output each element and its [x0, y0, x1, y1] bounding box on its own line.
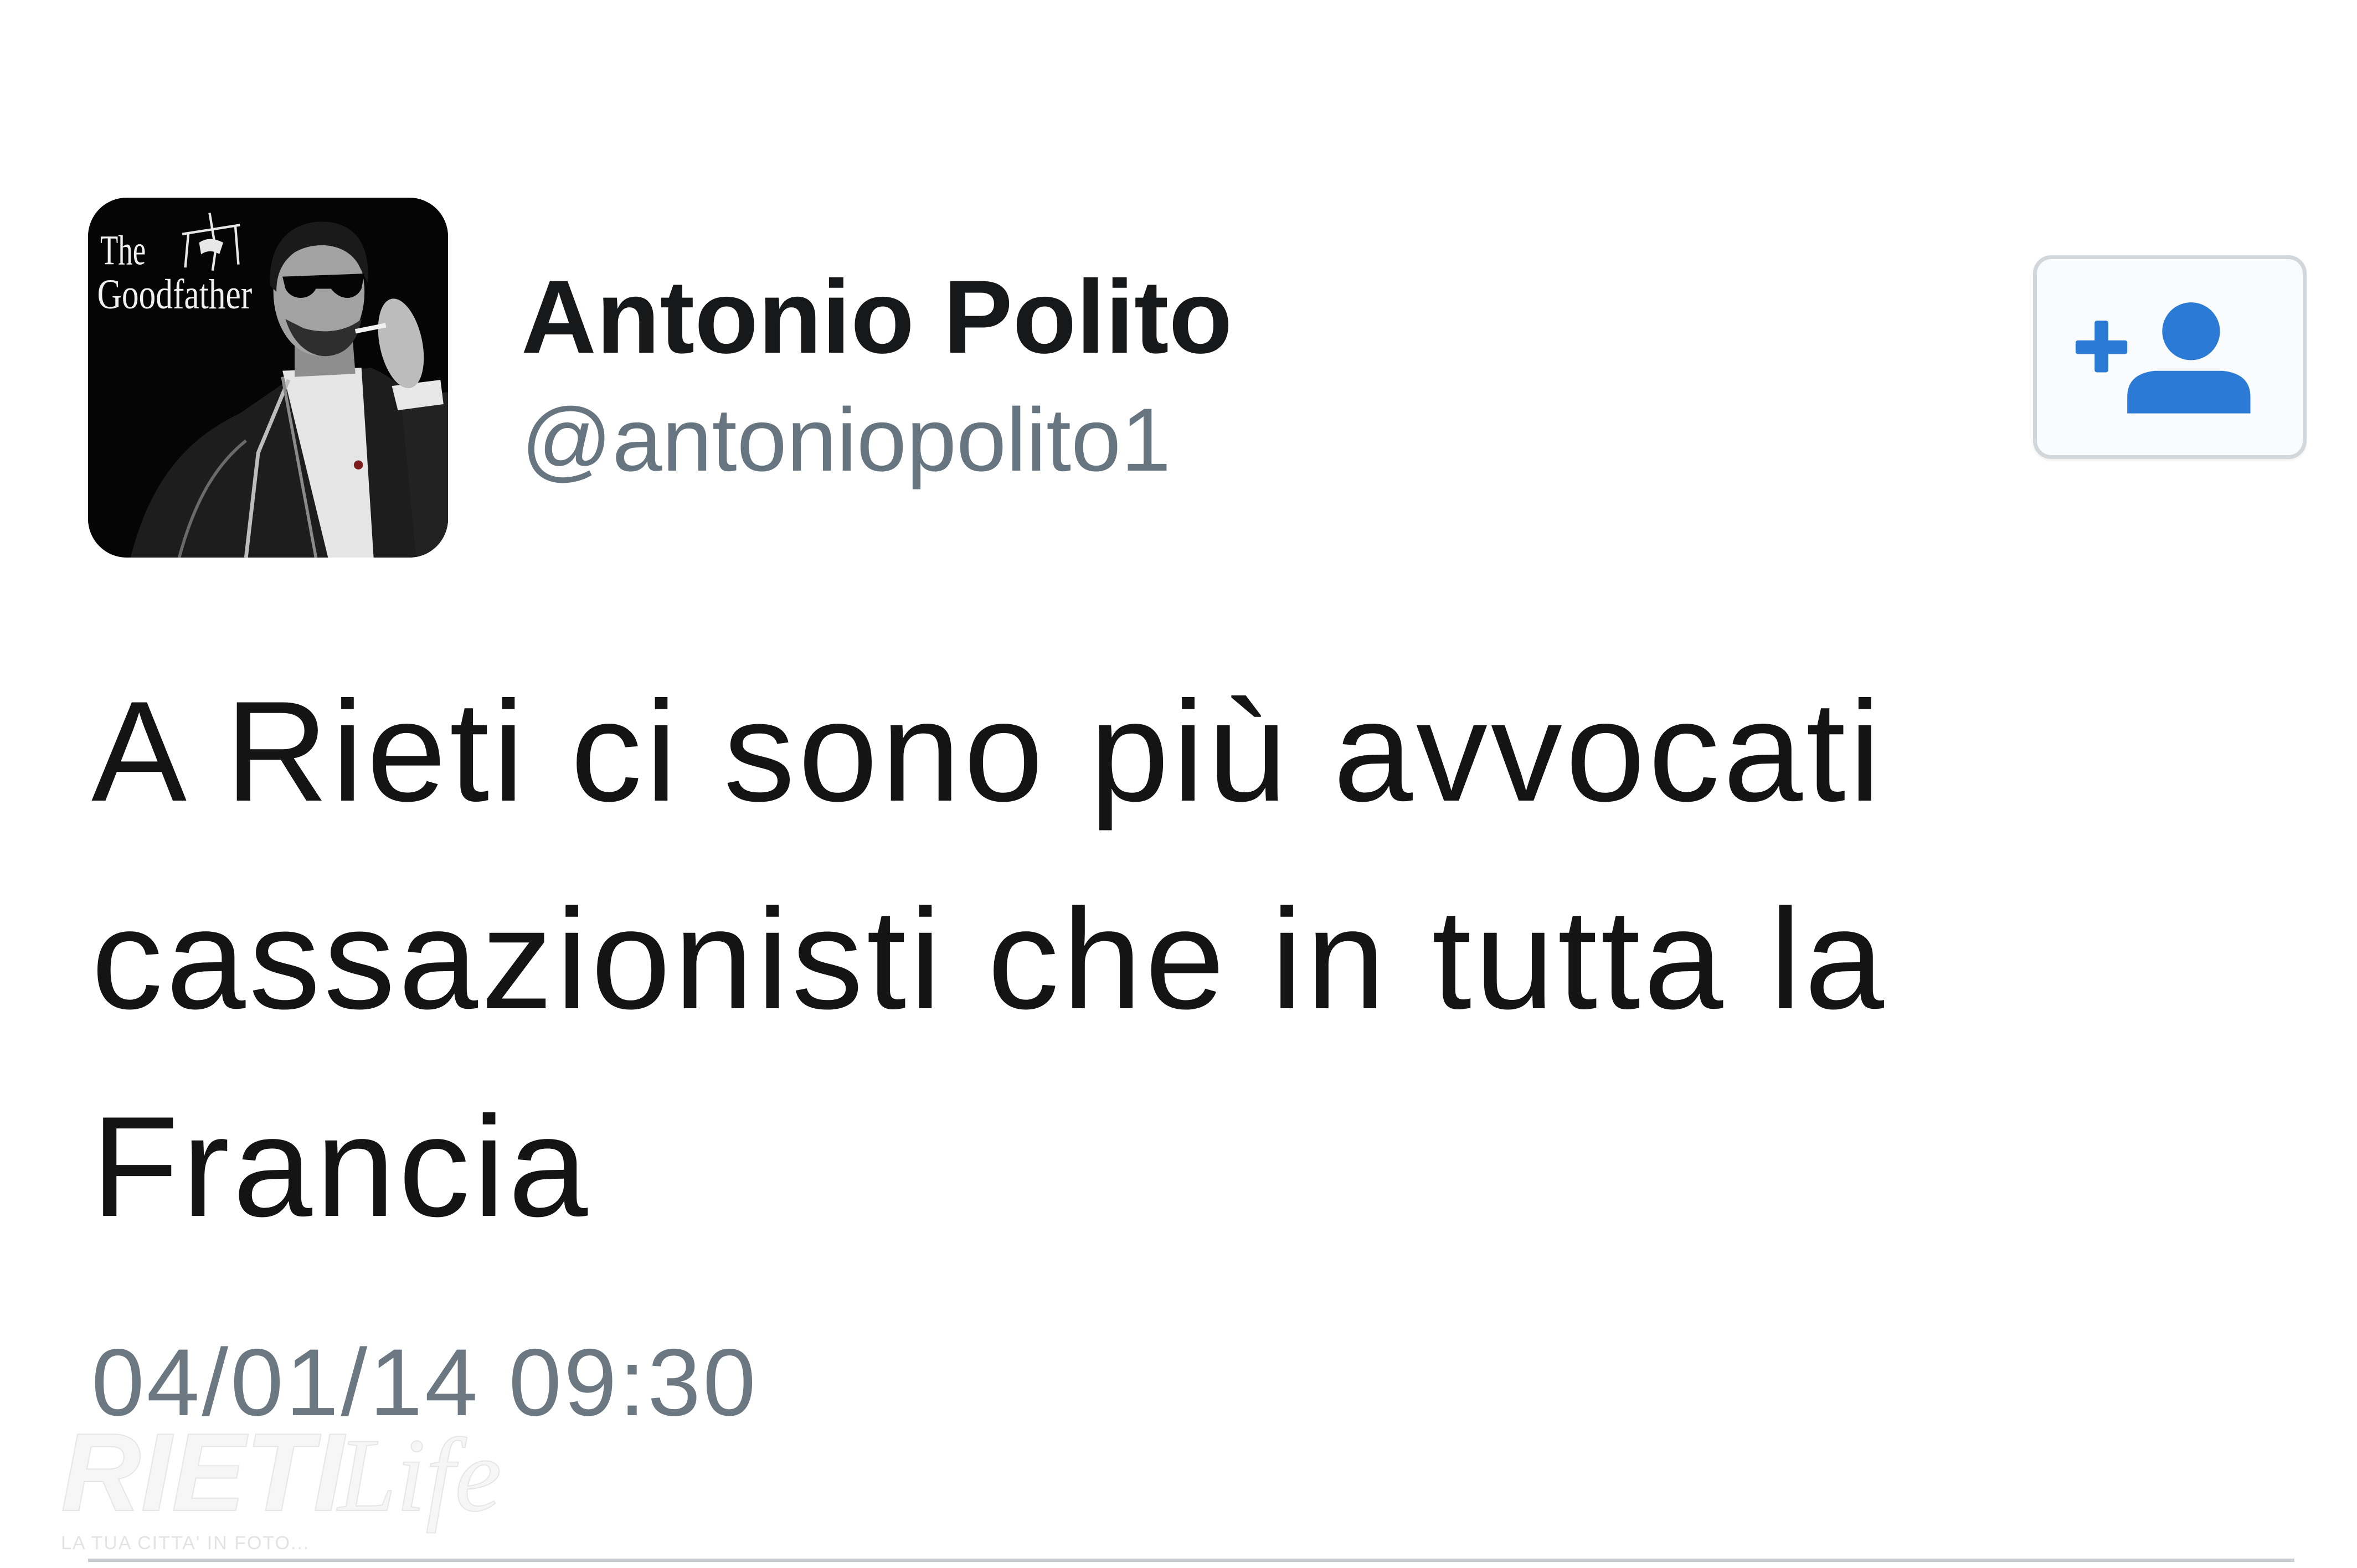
follow-user-icon — [2075, 296, 2251, 414]
goodfather-avatar-icon: The Goodfather — [88, 198, 448, 558]
tweet-text: A Rieti ci sono più avvocati cassazionis… — [91, 671, 1887, 1246]
watermark-brand-life: Life — [337, 1417, 502, 1534]
author-handle[interactable]: @antoniopolito1 — [521, 395, 1171, 485]
follow-button[interactable] — [2033, 255, 2307, 459]
watermark-tagline: LA TUA CITTA' IN FOTO... — [61, 1533, 310, 1554]
avatar-logo-line2: Goodfather — [97, 271, 252, 318]
tweet-timestamp: 04/01/14 09:30 — [91, 1329, 758, 1436]
avatar-logo-line1: The — [100, 227, 146, 274]
author-name[interactable]: Antonio Polito — [521, 265, 1232, 369]
divider — [88, 1559, 2294, 1562]
watermark: RIETI Life LA TUA CITTA' IN FOTO... — [60, 1417, 559, 1556]
author-avatar[interactable]: The Goodfather — [88, 198, 448, 558]
